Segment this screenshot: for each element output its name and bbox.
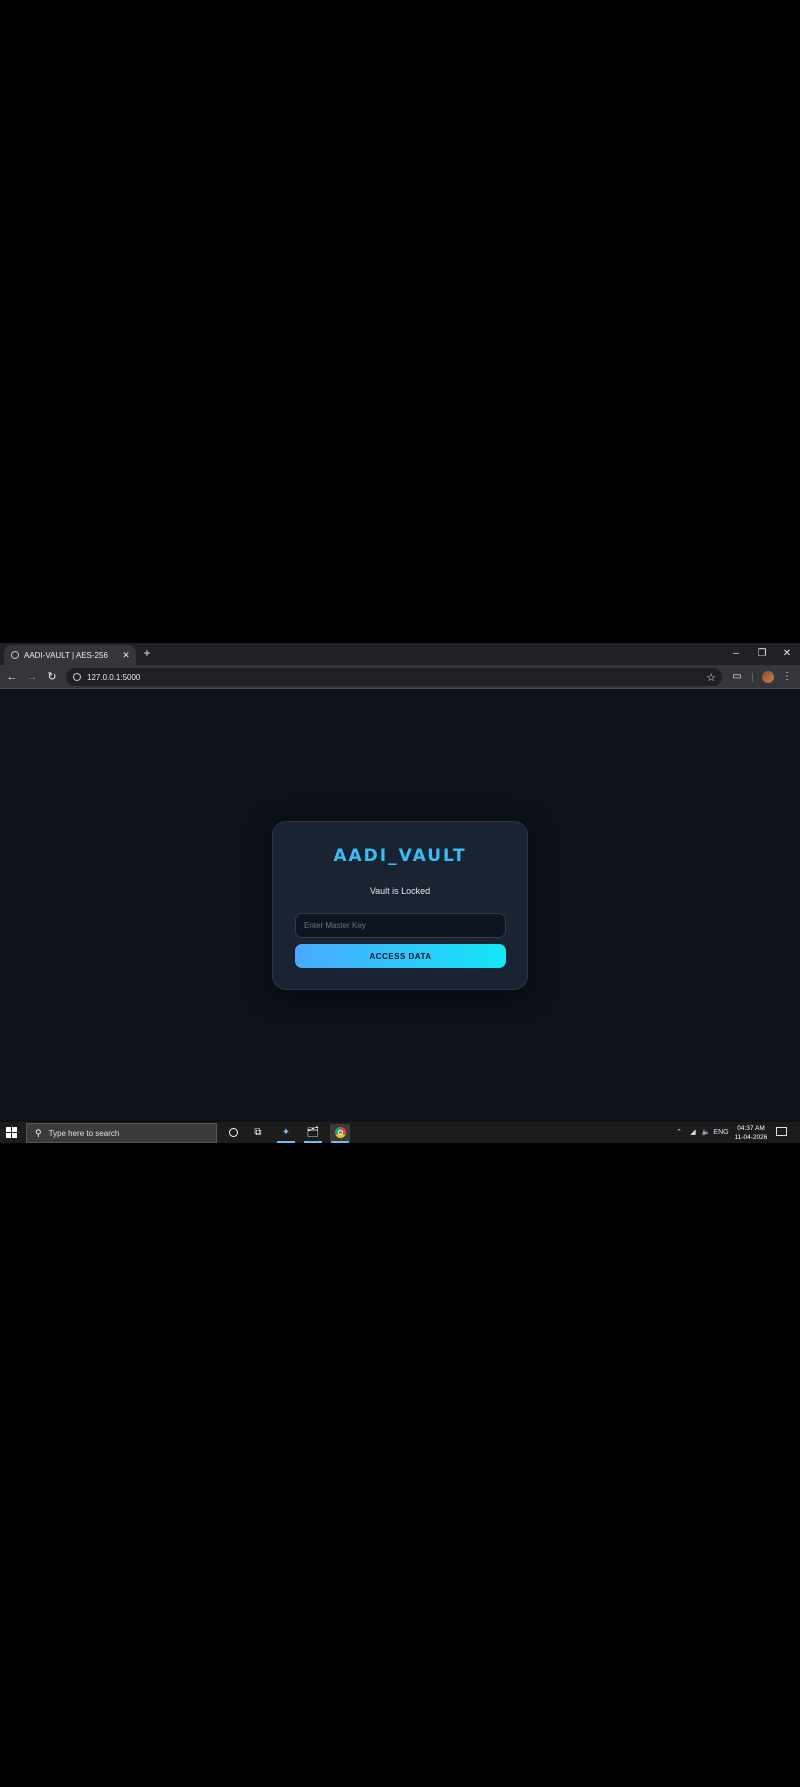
window-close-icon[interactable]: ✕ [774, 643, 800, 665]
cast-icon[interactable]: ▭ [729, 669, 745, 685]
access-data-button[interactable]: ACCESS DATA [295, 944, 506, 968]
menu-dots-icon[interactable]: ⋮ [779, 669, 795, 685]
tray-chevron-icon[interactable]: ⌃ [674, 1122, 684, 1143]
language-indicator[interactable]: ENG [713, 1122, 729, 1143]
forward-arrow-icon[interactable]: → [24, 669, 40, 685]
cortana-icon[interactable] [229, 1128, 238, 1137]
globe-icon [11, 651, 19, 659]
network-icon[interactable]: ◢ [688, 1122, 698, 1143]
notification-icon[interactable] [776, 1127, 787, 1136]
task-view-icon[interactable]: ⧉ [248, 1124, 268, 1141]
minimize-icon[interactable]: – [723, 643, 749, 665]
volume-icon[interactable]: 🔈 [700, 1122, 712, 1143]
new-tab-button[interactable]: + [140, 646, 154, 660]
address-bar[interactable]: 127.0.0.1:5000 ☆ [66, 668, 722, 686]
restore-icon[interactable]: ❐ [749, 643, 775, 665]
clock-date: 11-04-2026 [734, 1134, 768, 1141]
windows-start-icon[interactable] [6, 1127, 17, 1138]
chrome-icon[interactable] [330, 1124, 350, 1143]
browser-tab[interactable]: AADI-VAULT | AES-256 ✕ [4, 645, 136, 665]
page-content: AADI_VAULT Vault is Locked ACCESS DATA [0, 690, 800, 1122]
taskbar-clock[interactable]: 04:37 AM 11-04-2026 [730, 1124, 772, 1142]
master-key-input[interactable] [295, 913, 506, 938]
browser-tab-bar: AADI-VAULT | AES-256 ✕ + – ❐ ✕ [0, 643, 800, 665]
browser-toolbar: ← → ↻ 127.0.0.1:5000 ☆ ▭ ⋮ [0, 665, 800, 689]
tab-title: AADI-VAULT | AES-256 [24, 650, 108, 660]
reload-icon[interactable]: ↻ [44, 669, 60, 685]
url-text: 127.0.0.1:5000 [87, 672, 141, 682]
sparkle-app-icon[interactable]: ✦ [276, 1124, 296, 1143]
file-explorer-icon[interactable]: 🗂 [303, 1124, 323, 1143]
vault-title: AADI_VAULT [333, 846, 467, 866]
login-card: AADI_VAULT Vault is Locked ACCESS DATA [272, 821, 528, 990]
search-icon: ⚲ [35, 1127, 42, 1138]
vault-status: Vault is Locked [369, 886, 431, 896]
site-info-icon[interactable] [73, 673, 81, 681]
back-arrow-icon[interactable]: ← [4, 669, 20, 685]
taskbar-search-placeholder: Type here to search [48, 1128, 120, 1138]
screen: AADI-VAULT | AES-256 ✕ + – ❐ ✕ ← → ↻ 127… [0, 643, 800, 1143]
clock-time: 04:37 AM [737, 1125, 765, 1132]
bookmark-star-icon[interactable]: ☆ [706, 671, 716, 684]
taskbar: ⚲ Type here to search ⧉ ✦ 🗂 ⌃ ◢ 🔈 ENG 04… [0, 1122, 800, 1143]
profile-avatar[interactable] [762, 671, 774, 683]
tab-close-icon[interactable]: ✕ [120, 650, 132, 661]
toolbar-separator [752, 673, 753, 682]
taskbar-search-box[interactable]: ⚲ Type here to search [26, 1123, 217, 1143]
